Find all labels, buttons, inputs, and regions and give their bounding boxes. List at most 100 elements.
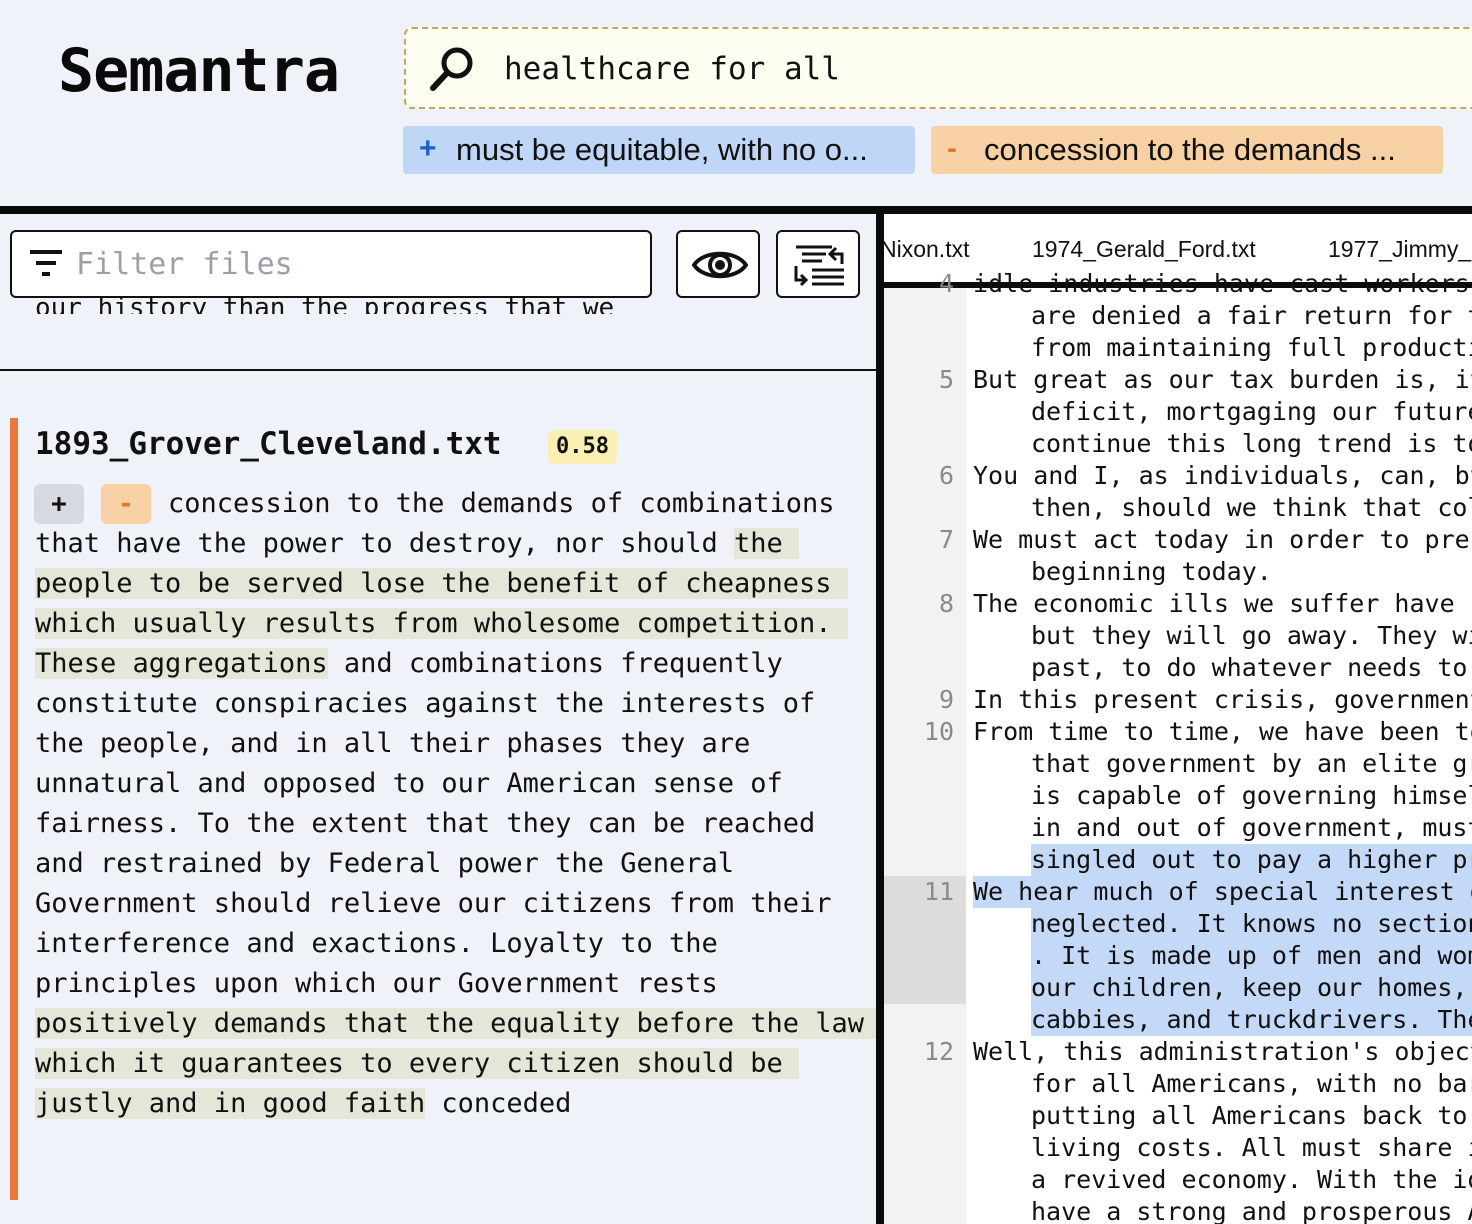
line-text: But great as our tax burden is, it (973, 365, 1472, 394)
document-line[interactable]: 4 idle industries have cast workers (884, 268, 1472, 300)
line-number: 7 (938, 525, 954, 554)
line-text: in and out of government, must (1031, 813, 1472, 842)
tab-gerald-ford[interactable]: 1974_Gerald_Ford.txt (1032, 236, 1256, 263)
line-text: From time to time, we have been tem (973, 717, 1472, 746)
line-text: . It is made up of men and wome (1031, 940, 1472, 972)
line-text: from maintaining full productiv (1031, 333, 1472, 362)
result-score-badge: 0.58 (548, 430, 617, 464)
line-text: our children, keep our homes, a (1031, 972, 1472, 1004)
line-text: We hear much of special interest gr (973, 876, 1472, 908)
result-segment: concession to the demands of combination… (35, 488, 851, 559)
line-text: You and I, as individuals, can, by (973, 461, 1472, 490)
line-number: 4 (938, 269, 954, 298)
panel-divider[interactable] (876, 206, 884, 1224)
document-line[interactable]: 6 You and I, as individuals, can, by (884, 460, 1472, 492)
line-number: 9 (938, 685, 954, 714)
line-number: 5 (938, 365, 954, 394)
search-box[interactable]: healthcare for all (404, 27, 1472, 109)
line-text: Well, this administration's objecti (973, 1037, 1472, 1066)
document-line[interactable]: neglected. It knows no sectiona (884, 908, 1472, 940)
result-text[interactable]: concession to the demands of combination… (35, 484, 876, 1124)
line-text: idle industries have cast workers (973, 269, 1470, 298)
line-text: that government by an elite gro (1031, 749, 1472, 778)
line-text: living costs. All must share in (1031, 1133, 1472, 1162)
tab-nixon[interactable]: Nixon.txt (884, 236, 969, 263)
line-number: 12 (923, 1037, 954, 1066)
line-text: cabbies, and truckdrivers. They (1031, 1004, 1472, 1036)
line-text: continue this long trend is to (1031, 429, 1472, 458)
line-text: neglected. It knows no sectiona (1031, 908, 1472, 940)
line-text: putting all Americans back to w (1031, 1101, 1472, 1130)
document-line[interactable]: is capable of governing himself (884, 780, 1472, 812)
plus-query-chip[interactable]: + must be equitable, with no o... (403, 126, 915, 174)
document-line[interactable]: 10 From time to time, we have been tem (884, 716, 1472, 748)
document-line[interactable]: 8 The economic ills we suffer have co (884, 588, 1472, 620)
filter-icon (30, 250, 62, 276)
sort-results-button[interactable] (776, 230, 860, 298)
document-line[interactable]: 12 Well, this administration's objecti (884, 1036, 1472, 1068)
line-number: 10 (923, 717, 954, 746)
result-filename[interactable]: 1893_Grover_Cleveland.txt (35, 426, 502, 462)
document-line[interactable]: but they will go away. They wil (884, 620, 1472, 652)
line-text: are denied a fair return for th (1031, 301, 1472, 330)
result-segment: conceded (425, 1088, 572, 1119)
plus-sign: + (419, 132, 437, 165)
line-text: In this present crisis, government (973, 685, 1472, 714)
document-line[interactable]: are denied a fair return for th (884, 300, 1472, 332)
document-line[interactable]: then, should we think that coll (884, 492, 1472, 524)
line-number: 6 (938, 461, 954, 490)
line-number: 11 (923, 877, 954, 906)
line-text: beginning today. (1031, 557, 1272, 586)
line-text: then, should we think that coll (1031, 493, 1472, 522)
document-line[interactable]: 5 But great as our tax burden is, it (884, 364, 1472, 396)
previous-result-snippet: our history than the progress that we (35, 293, 615, 314)
document-line[interactable]: living costs. All must share in (884, 1132, 1472, 1164)
document-line[interactable]: . It is made up of men and wome (884, 940, 1472, 972)
document-line[interactable]: a revived economy. With the ide (884, 1164, 1472, 1196)
document-line[interactable]: 7 We must act today in order to prese (884, 524, 1472, 556)
header: Semantra healthcare for all + must be eq… (0, 0, 1472, 206)
document-line[interactable]: beginning today. (884, 556, 1472, 588)
document-line[interactable]: 9 In this present crisis, government (884, 684, 1472, 716)
document-line[interactable]: deficit, mortgaging our future (884, 396, 1472, 428)
minus-sign: - (947, 132, 957, 165)
filter-input[interactable] (76, 242, 636, 286)
search-icon (430, 47, 473, 91)
document-line[interactable]: from maintaining full productiv (884, 332, 1472, 364)
tab-jimmy[interactable]: 1977_Jimmy_ (1328, 236, 1471, 263)
line-text: have a strong and prosperous Am (1031, 1197, 1472, 1224)
line-text: a revived economy. With the ide (1031, 1165, 1472, 1194)
document-line[interactable]: singled out to pay a higher pri (884, 844, 1472, 876)
line-text: but they will go away. They wil (1031, 621, 1472, 650)
line-text: We must act today in order to prese (973, 525, 1472, 554)
line-text: The economic ills we suffer have co (973, 589, 1472, 618)
document-line[interactable]: putting all Americans back to w (884, 1100, 1472, 1132)
line-text: is capable of governing himself (1031, 781, 1472, 810)
document-line[interactable]: have a strong and prosperous Am (884, 1196, 1472, 1224)
result-relevance-bar (10, 418, 18, 1200)
line-number: 8 (938, 589, 954, 618)
toggle-preview-button[interactable] (676, 230, 760, 298)
document-line[interactable]: past, to do whatever needs to b (884, 652, 1472, 684)
app-logo: Semantra (58, 36, 340, 106)
result-segment: and combinations frequently constitute c… (35, 648, 848, 999)
eye-icon (692, 251, 748, 279)
line-text: for all Americans, with no barr (1031, 1069, 1472, 1098)
line-text: past, to do whatever needs to b (1031, 653, 1472, 682)
plus-chip-label: must be equitable, with no o... (456, 132, 868, 167)
sort-icon (794, 245, 844, 287)
document-line[interactable]: that government by an elite gro (884, 748, 1472, 780)
document-line[interactable]: continue this long trend is to (884, 428, 1472, 460)
document-line[interactable]: cabbies, and truckdrivers. They (884, 1004, 1472, 1036)
document-line[interactable]: in and out of government, must (884, 812, 1472, 844)
minus-query-chip[interactable]: - concession to the demands ... (931, 126, 1443, 174)
document-line[interactable]: for all Americans, with no barr (884, 1068, 1472, 1100)
results-panel: our history than the progress that we 18… (0, 214, 876, 1224)
document-line[interactable]: 11 We hear much of special interest gr (884, 876, 1472, 908)
document-viewer: Nixon.txt 1974_Gerald_Ford.txt 1977_Jimm… (884, 214, 1472, 1224)
line-text: singled out to pay a higher pri (1031, 844, 1472, 876)
search-query[interactable]: healthcare for all (504, 51, 840, 87)
line-text: deficit, mortgaging our future (1031, 397, 1472, 426)
minus-chip-label: concession to the demands ... (984, 132, 1396, 167)
document-line[interactable]: our children, keep our homes, a (884, 972, 1472, 1004)
